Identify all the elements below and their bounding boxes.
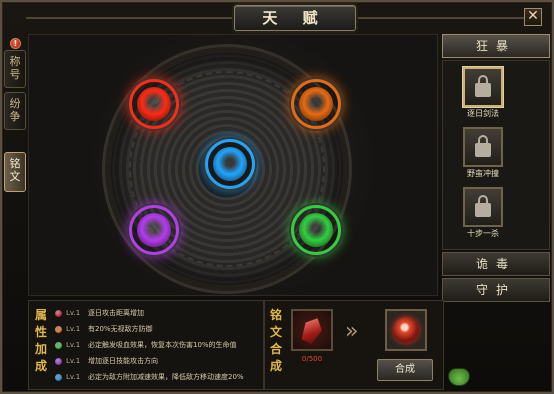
synthesize-button[interactable]: 合成 (377, 359, 433, 381)
synthesis-heading: 铭文合成 (270, 308, 283, 373)
window-title: 天 赋 (234, 5, 356, 31)
attribute-text: 有20%无视敌方防御 (88, 325, 153, 333)
attribute-row: Lv.1 必定触发吸血效果，恢复本次伤害10%的生命值 (53, 337, 263, 353)
alert-badge: ! (10, 38, 21, 49)
skill-list: 逐日剑法 野蛮冲撞 十步一杀 (442, 60, 550, 250)
attribute-level: Lv.1 (66, 373, 81, 381)
gem-icon (55, 341, 62, 349)
talent-orb-orange[interactable] (291, 79, 341, 129)
attribute-row: Lv.1 增加逐日技能攻击方向 (53, 353, 263, 369)
attribute-row: Lv.1 逐日攻击距离增加 (53, 305, 263, 321)
talent-window: 天 赋 ✕ ! 称号 纷争 铭文 狂暴 逐日剑法 野蛮冲撞 十步一杀 诡毒 守护… (0, 0, 554, 394)
lock-icon (475, 135, 491, 157)
inscription-synthesis-panel: 铭文合成 0/500 » 合成 (264, 300, 444, 390)
tab-poison[interactable]: 诡毒 (442, 252, 550, 276)
title-divider-right (358, 17, 524, 19)
skill-icon-frame (463, 187, 503, 227)
orb-core-green (299, 213, 333, 247)
attribute-bonus-panel: 属性加成 Lv.1 逐日攻击距离增加 Lv.1 有20%无视敌方防御 Lv.1 … (28, 300, 264, 390)
skill-slot-3[interactable]: 十步一杀 (463, 187, 509, 239)
skill-icon-frame (463, 67, 503, 107)
orb-core-purple (137, 213, 171, 247)
attribute-row: Lv.1 有20%无视敌方防御 (53, 321, 263, 337)
talent-orb-red[interactable] (129, 79, 179, 129)
talent-orb-blue[interactable] (205, 139, 255, 189)
attribute-text: 增加逐日技能攻击方向 (88, 357, 158, 365)
gem-icon (55, 325, 62, 333)
attribute-heading: 属性加成 (35, 308, 48, 373)
side-tab-title[interactable]: 称号 (4, 50, 26, 88)
result-slot[interactable] (385, 309, 427, 351)
attribute-text: 必定为敌方附加减速效果，降低敌方移动速度20% (88, 373, 244, 381)
leaf-icon[interactable] (448, 368, 470, 386)
material-count: 0/500 (301, 355, 323, 363)
talent-orb-green[interactable] (291, 205, 341, 255)
tab-frenzy[interactable]: 狂暴 (442, 34, 550, 58)
red-gem-icon (393, 317, 419, 343)
lock-icon (475, 75, 491, 97)
tab-guard[interactable]: 守护 (442, 278, 550, 302)
gem-icon (55, 373, 62, 381)
lock-icon (475, 195, 491, 217)
double-arrow-icon: » (345, 319, 359, 344)
gem-icon (55, 309, 62, 317)
title-divider-left (26, 17, 232, 19)
attribute-text: 必定触发吸血效果，恢复本次伤害10%的生命值 (88, 341, 237, 349)
skill-icon-frame (463, 127, 503, 167)
talent-medallion-panel (28, 34, 438, 296)
orb-core-red (137, 87, 171, 121)
side-tab-inscription[interactable]: 铭文 (4, 152, 26, 192)
skill-name: 野蛮冲撞 (467, 169, 499, 178)
attribute-list: Lv.1 逐日攻击距离增加 Lv.1 有20%无视敌方防御 Lv.1 必定触发吸… (53, 305, 263, 385)
skill-name: 逐日剑法 (467, 109, 499, 118)
close-button[interactable]: ✕ (524, 8, 542, 26)
material-slot[interactable] (291, 309, 333, 351)
attribute-level: Lv.1 (66, 309, 81, 317)
talent-branch-panel: 狂暴 逐日剑法 野蛮冲撞 十步一杀 诡毒 守护 (442, 34, 550, 302)
attribute-level: Lv.1 (66, 325, 81, 333)
skill-slot-2[interactable]: 野蛮冲撞 (463, 127, 509, 179)
orb-core-blue (213, 147, 247, 181)
skill-slot-1[interactable]: 逐日剑法 (463, 67, 509, 119)
attribute-text: 逐日攻击距离增加 (88, 309, 144, 317)
side-tab-dispute[interactable]: 纷争 (4, 92, 26, 130)
attribute-level: Lv.1 (66, 357, 81, 365)
gem-icon (55, 357, 62, 365)
red-crystal-icon (298, 314, 325, 345)
orb-core-orange (299, 87, 333, 121)
attribute-level: Lv.1 (66, 341, 81, 349)
skill-name: 十步一杀 (467, 229, 499, 238)
attribute-row: Lv.1 必定为敌方附加减速效果，降低敌方移动速度20% (53, 369, 263, 385)
talent-orb-purple[interactable] (129, 205, 179, 255)
